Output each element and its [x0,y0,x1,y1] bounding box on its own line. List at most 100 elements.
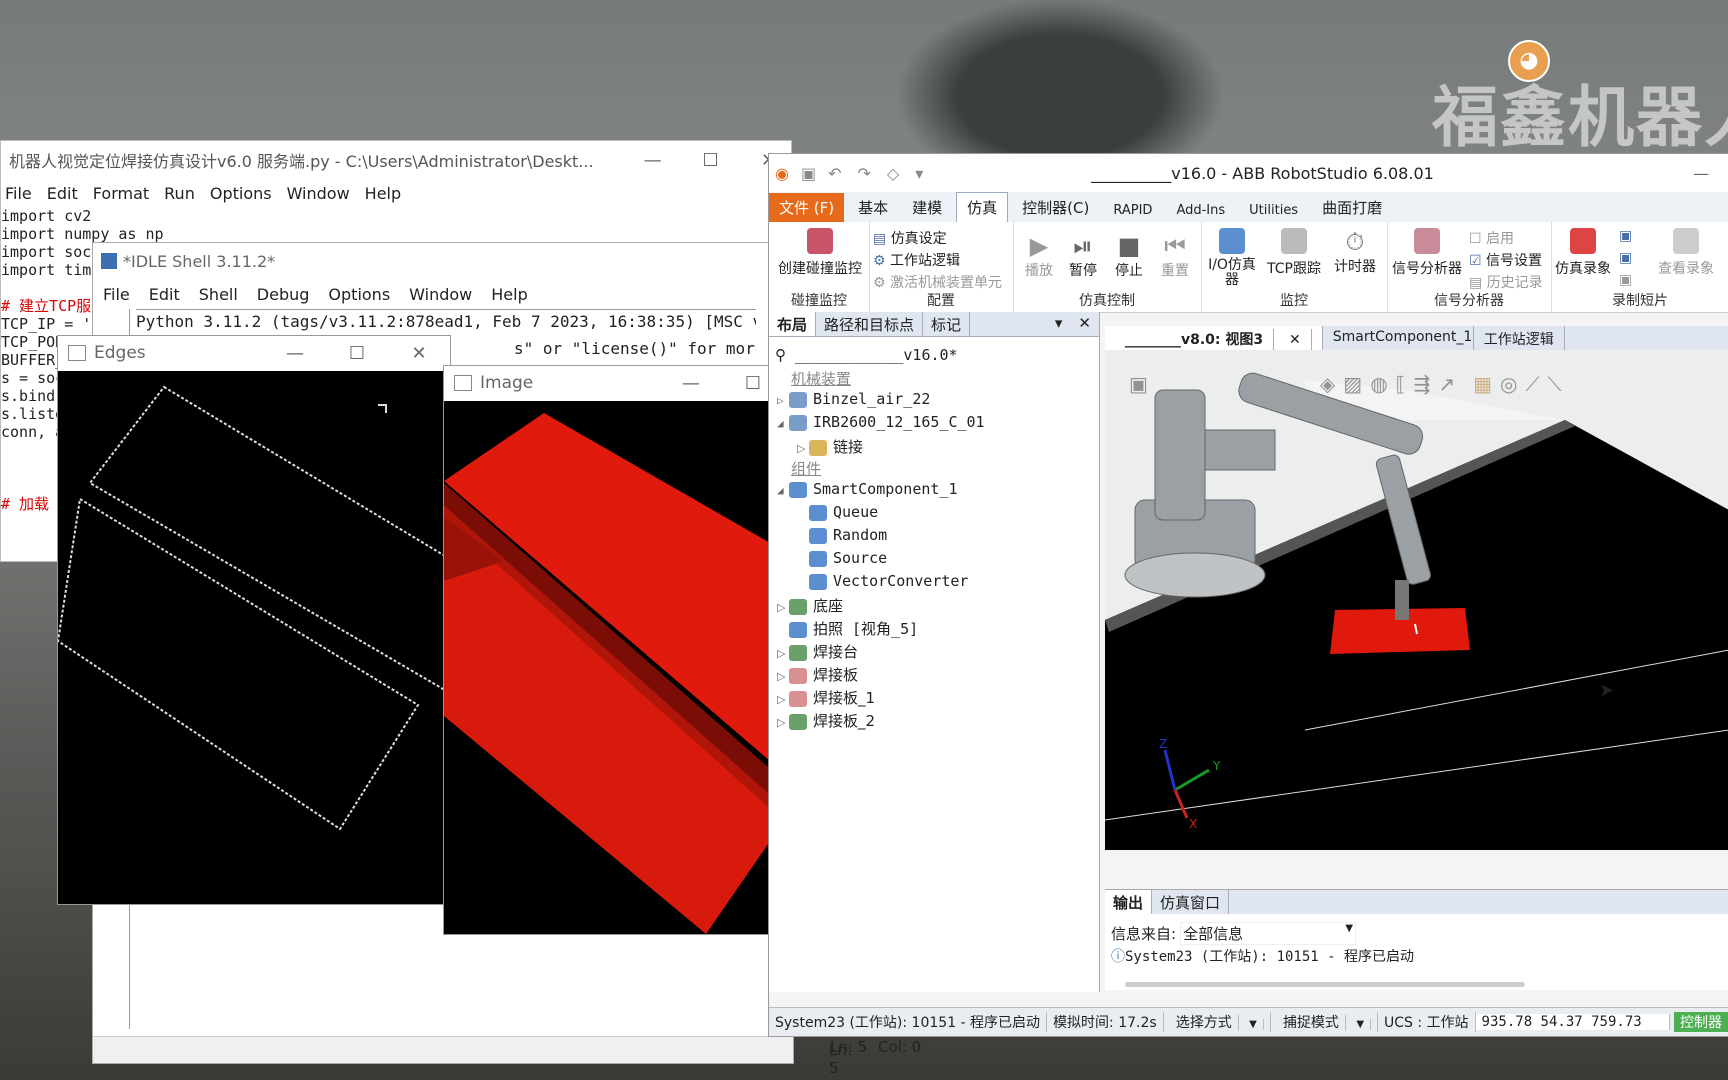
menu-window[interactable]: Window [409,285,472,304]
tree-item-weld-plate-2[interactable]: ▷ 焊接板_2 [777,710,875,731]
menu-options[interactable]: Options [210,184,272,203]
robotstudio-window[interactable]: ◉ ▣ ↶ ↷ ◇ ▾ __________v16.0 - ABB RobotS… [768,153,1728,1037]
tree-item-irb[interactable]: ◢ IRB2600_12_165_C_01 [777,413,985,431]
idle-editor-titlebar[interactable]: 机器人视觉定位焊接仿真设计v6.0 服务端.py - C:\Users\Admi… [1,141,791,179]
record-graphics-icon[interactable]: ▣ [1619,250,1632,266]
expand-icon[interactable]: ▷ [777,716,789,729]
tag-icon[interactable]: ◇ [887,164,899,183]
maximize-button[interactable]: ☐ [682,150,740,171]
tab-surface-grinding[interactable]: 曲面打磨 [1312,193,1392,222]
view-tool-icon[interactable]: ▨ [1343,372,1362,396]
tab-file[interactable]: 文件 (F) [769,193,845,222]
tree-item-link[interactable]: ▷ 链接 [797,436,863,457]
snap-mode-dropdown[interactable]: 捕捉模式 ▼ [1271,1012,1379,1032]
menu-edit[interactable]: Edit [149,285,180,304]
snap-mid-icon[interactable]: ⟍ [1547,372,1561,396]
undo-icon[interactable]: ↶ [828,164,841,183]
pin-icon[interactable]: ▾ [1047,312,1071,336]
tab-controller[interactable]: 控制器(C) [1012,193,1099,222]
tab-smartcomponent[interactable]: SmartComponent_1 [1323,326,1474,350]
image-window[interactable]: Image — ☐ [443,365,785,935]
activate-mech-button[interactable]: ⚙ 激活机械装置单元 [873,272,1002,292]
idle-shell-titlebar[interactable]: *IDLE Shell 3.11.2* [93,243,793,279]
collapse-icon[interactable]: ◢ [777,484,789,497]
create-collision-button[interactable]: 创建碰撞监控 [775,228,865,278]
station-logic-button[interactable]: ⚙ 工作站逻辑 [873,250,960,270]
io-simulator-button[interactable]: I/O仿真器 [1205,228,1259,288]
tab-sim-window[interactable]: 仿真窗口 [1152,890,1230,914]
menu-debug[interactable]: Debug [257,285,310,304]
view-tool-icon[interactable]: ⇶ [1414,372,1431,396]
redo-icon[interactable]: ↷ [858,164,871,183]
minimize-button[interactable]: — [624,150,682,171]
tab-paths-targets[interactable]: 路径和目标点 [816,312,924,336]
close-icon[interactable]: ✕ [1070,312,1099,336]
tree-item-photo[interactable]: 拍照 [视角_5] [777,618,918,639]
stop-button[interactable]: ■ 停止 [1109,232,1149,280]
view-tool-icon[interactable]: ◍ [1370,372,1387,396]
save-icon[interactable]: ▣ [801,164,816,183]
view-tool-icon[interactable]: ⟦ [1396,372,1406,396]
tab-modeling[interactable]: 建模 [902,193,952,222]
reset-button[interactable]: ⏮ 重置 [1155,232,1195,280]
tree-item-base[interactable]: ▷ 底座 [777,595,843,616]
tree-item-random[interactable]: Random [809,526,887,544]
minimize-button[interactable]: — [660,373,722,394]
expand-icon[interactable]: ▷ [777,670,789,683]
menu-file[interactable]: File [103,285,130,304]
view-tool-icon[interactable]: ↗ [1438,372,1455,396]
expand-icon[interactable]: ▷ [797,442,809,455]
ucs-indicator[interactable]: UCS : 工作站 [1378,1012,1476,1032]
tab-addins[interactable]: Add-Ins [1166,199,1235,222]
horizontal-scrollbar[interactable] [1125,982,1525,987]
customize-icon[interactable]: ▾ [915,164,923,183]
sim-record-button[interactable]: 仿真录象 [1551,228,1615,278]
tab-station-logic[interactable]: 工作站逻辑 [1474,326,1565,350]
minimize-button[interactable]: — [1693,164,1709,183]
snap-object-icon[interactable]: ▦ [1473,372,1492,396]
signal-settings-button[interactable]: ☑ 信号设置 [1469,250,1542,270]
controller-status[interactable]: 控制器 [1674,1012,1728,1032]
menu-help[interactable]: Help [491,285,527,304]
close-icon[interactable]: ✕ [1279,329,1312,351]
info-source-select[interactable]: 全部信息 ▼ [1180,922,1357,945]
tree-item-queue[interactable]: Queue [809,503,878,521]
edges-titlebar[interactable]: Edges — ☐ ✕ [58,336,450,370]
tree-item-weld-plate-1[interactable]: ▷ 焊接板_1 [777,687,875,708]
coordinates-field[interactable]: 935.78 54.37 759.73 [1475,1014,1670,1030]
tab-view3[interactable]: ________v8.0: 视图3 ✕ [1105,326,1323,351]
menu-run[interactable]: Run [164,184,195,203]
signal-analyzer-button[interactable]: 信号分析器 [1389,228,1465,278]
view-tool-icon[interactable]: ◈ [1320,372,1335,396]
close-button[interactable]: ✕ [388,343,450,364]
tab-output[interactable]: 输出 [1105,890,1153,914]
tree-item-source[interactable]: Source [809,549,887,567]
menu-edit[interactable]: Edit [47,184,78,203]
pause-button[interactable]: ⏯ 暂停 [1063,232,1103,280]
record-app-icon[interactable]: ▣ [1619,228,1632,244]
menu-shell[interactable]: Shell [199,285,238,304]
output-message[interactable]: ⓘSystem23 (工作站): 10151 - 程序已启动 [1111,946,1414,966]
menu-options[interactable]: Options [328,285,390,304]
image-titlebar[interactable]: Image — ☐ [444,366,784,400]
expand-icon[interactable]: ▷ [777,394,789,407]
view-tool-icon[interactable]: ▣ [1129,372,1148,396]
expand-icon[interactable]: ▷ [777,693,789,706]
expand-icon[interactable]: ▷ [777,647,789,660]
robotstudio-titlebar[interactable]: ◉ ▣ ↶ ↷ ◇ ▾ __________v16.0 - ABB RobotS… [769,154,1728,192]
menu-file[interactable]: File [5,184,32,203]
record-stop-icon[interactable]: ▣ [1619,272,1632,288]
enable-checkbox[interactable]: ☐ 启用 [1469,228,1514,248]
sim-settings-button[interactable]: ▤ 仿真设定 [873,228,947,248]
tab-rapid[interactable]: RAPID [1103,199,1162,222]
snap-center-icon[interactable]: ◎ [1500,372,1517,396]
expand-icon[interactable]: ▷ [777,601,789,614]
select-mode-dropdown[interactable]: 选择方式 ▼ [1164,1012,1271,1032]
timer-button[interactable]: ⏱ 计时器 [1327,228,1383,276]
tab-utilities[interactable]: Utilities [1239,199,1308,222]
play-button[interactable]: ▶ 播放 [1019,232,1059,280]
menu-format[interactable]: Format [93,184,149,203]
view-record-button[interactable]: 查看录象 [1643,228,1728,278]
tree-item-vectorconverter[interactable]: VectorConverter [809,572,968,590]
history-button[interactable]: ▤ 历史记录 [1469,272,1543,292]
